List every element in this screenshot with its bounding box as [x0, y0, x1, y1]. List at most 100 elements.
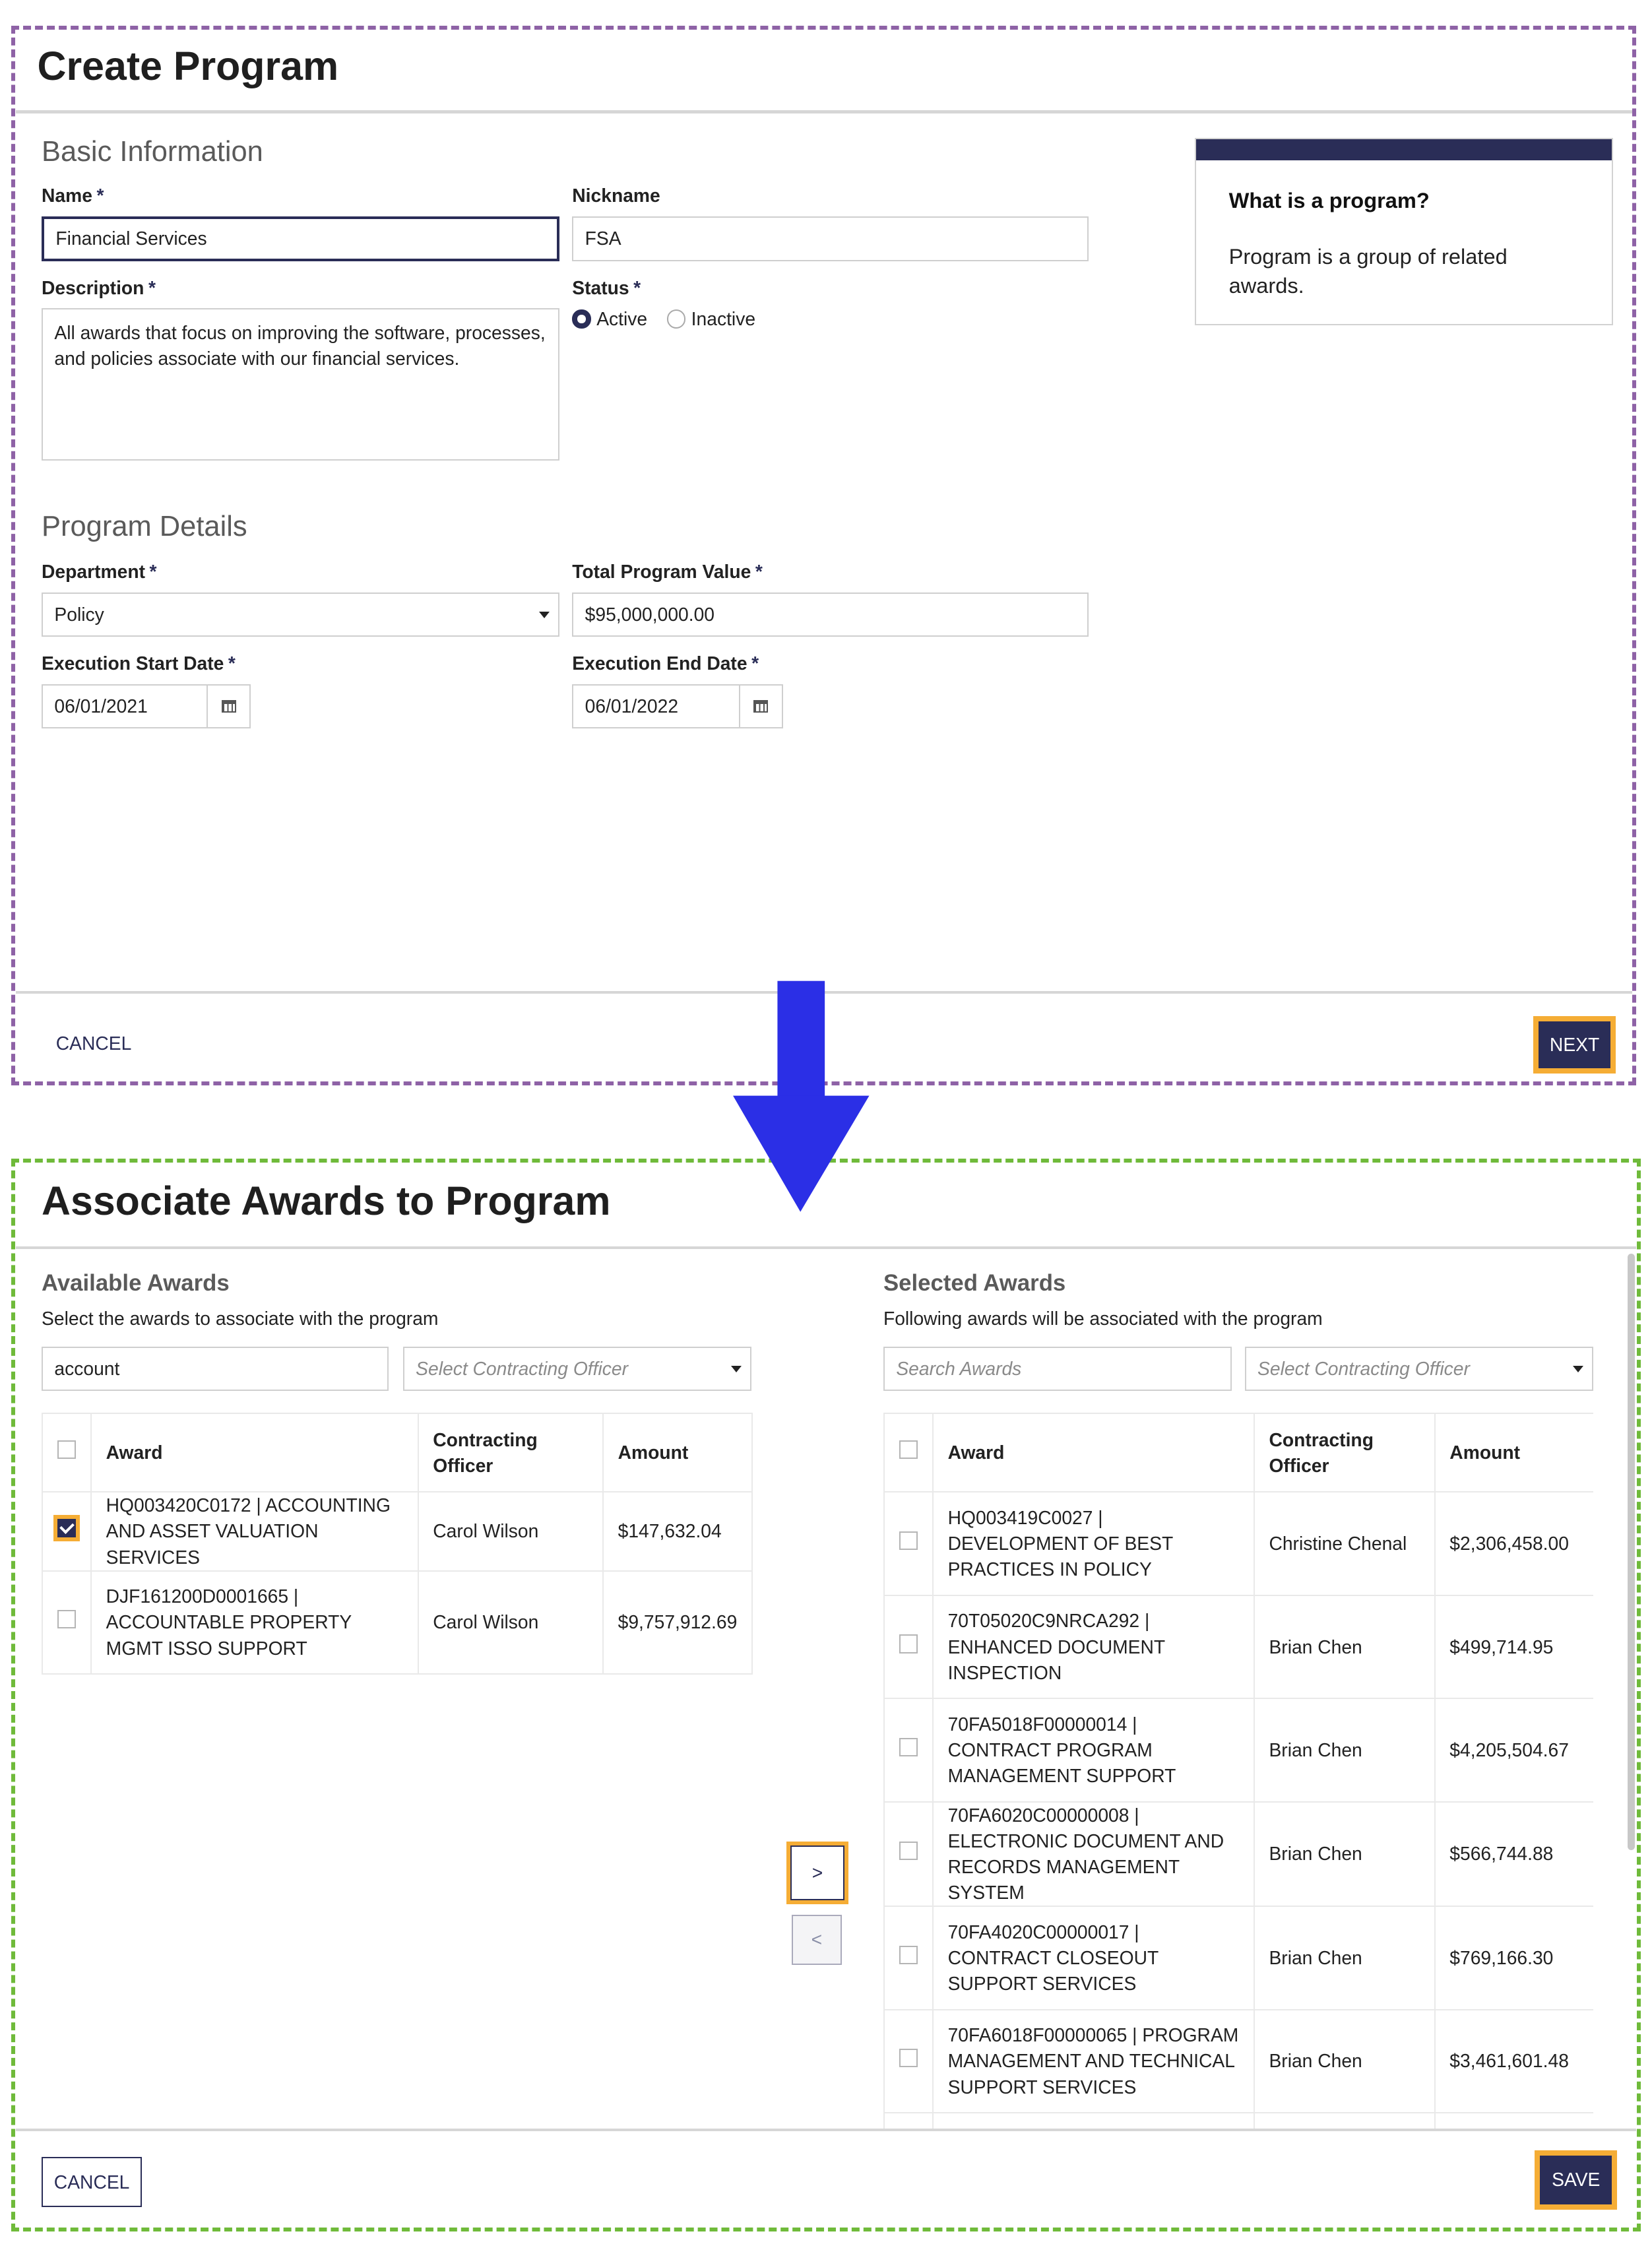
table-row[interactable]: 70FA5018F00000014 | CONTRACT PROGRAM MAN… — [883, 1698, 1593, 1803]
award-cell: HQ003419C0027 | DEVELOPMENT OF BEST PRAC… — [932, 1491, 1255, 1596]
divider — [15, 2128, 1637, 2131]
cancel-button[interactable]: CANCEL — [42, 2157, 143, 2208]
description-label: Description * — [42, 276, 156, 298]
row-checkbox-cell[interactable] — [883, 1594, 934, 1700]
status-inactive-radio[interactable]: Inactive — [666, 308, 755, 329]
column-header-award[interactable]: Award — [932, 1412, 1255, 1493]
table-row[interactable]: 70FA6020C00000008 | ELECTRONIC DOCUMENT … — [883, 1801, 1593, 1908]
radio-empty-icon — [666, 309, 685, 329]
award-cell: 70FA4020C00000017 | CONTRACT CLOSEOUT SU… — [932, 1906, 1255, 2010]
table-row[interactable]: DJF161200D0001665 | ACCOUNTABLE PROPERTY… — [42, 1570, 753, 1675]
officer-cell: Brian Chen — [1253, 1906, 1436, 2010]
info-panel-header-bar — [1195, 139, 1612, 161]
amount-cell: $3,461,601.48 — [1434, 2008, 1593, 2114]
award-cell: 70FA6018F00000065 | PROGRAM MANAGEMENT A… — [932, 2008, 1255, 2114]
available-officer-select[interactable]: Select Contracting Officer — [402, 1347, 751, 1392]
nickname-label: Nickname — [572, 185, 660, 207]
award-cell: 70T05020C9NRCA292 | ENHANCED DOCUMENT IN… — [932, 1594, 1255, 1700]
amount-cell: $9,757,912.69 — [602, 1570, 753, 1675]
column-header-amount[interactable]: Amount — [1434, 1412, 1593, 1493]
amount-cell: $2,306,458.00 — [1434, 1491, 1593, 1596]
calendar-icon — [221, 699, 236, 713]
row-checkbox[interactable] — [53, 1515, 80, 1542]
officer-cell: Brian Chen — [1253, 1594, 1436, 1700]
table-row[interactable]: HQ003419C0027 | DEVELOPMENT OF BEST PRAC… — [883, 1491, 1593, 1596]
name-field[interactable]: Financial Services — [42, 216, 559, 261]
caret-down-icon — [538, 612, 550, 618]
selected-table-viewport: Award Contracting Officer Amount HQ00341… — [883, 1412, 1593, 2130]
move-left-button[interactable]: < — [791, 1914, 842, 1965]
select-all-checkbox-cell[interactable] — [42, 1412, 92, 1493]
row-checkbox-cell[interactable] — [883, 1491, 934, 1596]
row-checkbox[interactable] — [899, 1531, 918, 1551]
table-row[interactable]: 70FA4020C00000017 | CONTRACT CLOSEOUT SU… — [883, 1906, 1593, 2010]
table-row[interactable]: 70FA6018F00000065 | PROGRAM MANAGEMENT A… — [883, 2008, 1593, 2114]
table-row[interactable]: 70T05020C9NRCA292 | ENHANCED DOCUMENT IN… — [883, 1594, 1593, 1700]
end-date-label: Execution End Date * — [572, 652, 759, 674]
selected-officer-select[interactable]: Select Contracting Officer — [1244, 1347, 1593, 1392]
row-checkbox-cell[interactable] — [883, 1906, 934, 2010]
start-date-field[interactable]: 06/01/2021 — [42, 684, 251, 729]
move-right-button[interactable]: > — [786, 1842, 849, 1905]
row-checkbox-cell[interactable] — [883, 1698, 934, 1803]
next-button[interactable]: NEXT — [1533, 1015, 1616, 1074]
page-title: Associate Awards to Program — [42, 1178, 611, 1223]
award-cell: HQ003420C0172 | ACCOUNTING AND ASSET VAL… — [90, 1491, 419, 1572]
table-row[interactable]: HQ003420C0172 | ACCOUNTING AND ASSET VAL… — [42, 1491, 753, 1572]
award-cell: 70FA5018F00000014 | CONTRACT PROGRAM MAN… — [932, 1698, 1255, 1803]
save-button[interactable]: SAVE — [1535, 2150, 1618, 2210]
officer-cell: Carol Wilson — [417, 1570, 604, 1675]
department-label: Department * — [42, 560, 157, 582]
info-text: Program is a group of related awards. — [1228, 244, 1508, 298]
row-checkbox[interactable] — [899, 2049, 918, 2068]
caret-down-icon — [1572, 1366, 1583, 1372]
column-header-award[interactable]: Award — [90, 1412, 419, 1493]
available-awards-table: Award Contracting Officer Amount HQ00342… — [42, 1412, 753, 1675]
amount-cell: $4,205,504.67 — [1434, 1698, 1593, 1803]
workflow-canvas: Create Program Basic Information Name * F… — [0, 0, 1652, 2246]
row-checkbox-cell[interactable] — [42, 1570, 92, 1675]
end-date-field[interactable]: 06/01/2022 — [572, 684, 783, 729]
arrow-down-icon — [732, 980, 870, 1212]
cancel-button[interactable]: CANCEL — [56, 1033, 132, 1054]
start-date-label: Execution Start Date * — [42, 652, 236, 674]
section-basic-information: Basic Information — [42, 136, 263, 168]
select-all-checkbox-cell[interactable] — [883, 1412, 934, 1493]
divider — [15, 1246, 1637, 1250]
row-checkbox[interactable] — [899, 1737, 918, 1756]
row-checkbox-cell[interactable] — [883, 1801, 934, 1908]
name-label: Name * — [42, 185, 104, 207]
selected-awards-table: Award Contracting Officer Amount HQ00341… — [883, 1412, 1593, 2130]
officer-cell: Christine Chenal — [1253, 1491, 1436, 1596]
row-checkbox-cell[interactable] — [42, 1491, 92, 1572]
award-cell: 70FA6020C00000008 | ELECTRONIC DOCUMENT … — [932, 1801, 1255, 1908]
scrollbar[interactable] — [1628, 1253, 1635, 1850]
column-header-amount[interactable]: Amount — [602, 1412, 753, 1493]
status-active-radio[interactable]: Active — [572, 308, 647, 329]
available-awards-heading: Available Awards — [42, 1270, 230, 1296]
select-all-checkbox[interactable] — [899, 1440, 918, 1460]
officer-cell: Brian Chen — [1253, 1698, 1436, 1803]
selected-awards-heading: Selected Awards — [883, 1270, 1066, 1296]
department-select[interactable]: Policy — [42, 592, 559, 637]
row-checkbox[interactable] — [899, 1945, 918, 1964]
award-cell: DJF161200D0001665 | ACCOUNTABLE PROPERTY… — [90, 1570, 419, 1675]
officer-cell: Carol Wilson — [417, 1491, 604, 1572]
info-panel: What is a program? Program is a group of… — [1194, 137, 1614, 326]
calendar-button[interactable] — [206, 685, 249, 728]
column-header-officer[interactable]: Contracting Officer — [417, 1412, 604, 1493]
row-checkbox[interactable] — [57, 1610, 77, 1629]
row-checkbox-cell[interactable] — [883, 2008, 934, 2114]
calendar-button[interactable] — [738, 685, 782, 728]
select-all-checkbox[interactable] — [57, 1440, 77, 1460]
description-textarea[interactable]: All awards that focus on improving the s… — [42, 308, 559, 461]
nickname-field[interactable]: FSA — [572, 216, 1089, 261]
total-value-field[interactable]: $95,000,000.00 — [572, 592, 1089, 637]
selected-search-input[interactable]: Search Awards — [883, 1347, 1232, 1392]
row-checkbox[interactable] — [899, 1634, 918, 1653]
calendar-icon — [753, 699, 769, 713]
column-header-officer[interactable]: Contracting Officer — [1253, 1412, 1436, 1493]
row-checkbox[interactable] — [899, 1842, 918, 1861]
status-radio-group: Active Inactive — [572, 308, 755, 330]
available-search-input[interactable]: account — [42, 1347, 389, 1392]
